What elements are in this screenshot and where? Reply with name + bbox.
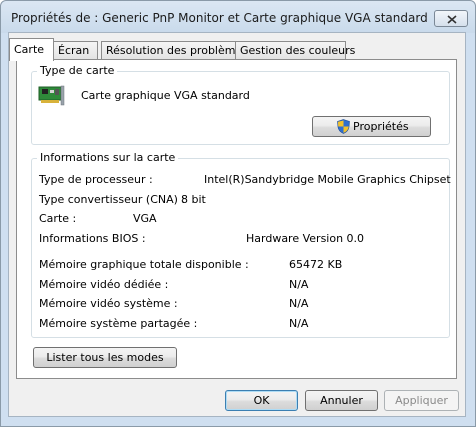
shared-system-memory-value: N/A <box>289 317 309 330</box>
cancel-button[interactable]: Annuler <box>305 390 378 411</box>
dedicated-video-memory-label: Mémoire vidéo dédiée : <box>39 278 169 291</box>
shared-system-memory-label: Mémoire système partagée : <box>39 317 198 330</box>
tab-resolution-problemes[interactable]: Résolution des problèmes <box>101 41 248 59</box>
system-video-memory-value: N/A <box>289 297 309 310</box>
tab-label: Écran <box>58 44 90 57</box>
tab-carte[interactable]: Carte <box>9 38 54 61</box>
tab-label: Carte <box>14 43 45 56</box>
close-button[interactable] <box>434 10 468 27</box>
processor-type-value: Intel(R)Sandybridge Mobile Graphics Chip… <box>204 173 451 186</box>
adapter-info-group-label: Informations sur la carte <box>37 151 179 164</box>
dac-type-value: 8 bit <box>181 193 206 206</box>
adapter-string-value: VGA <box>133 212 157 225</box>
close-icon <box>447 15 457 24</box>
tab-panel-carte: Type de carte Carte graphique VGA standa… <box>16 59 457 379</box>
ok-button[interactable]: OK <box>225 390 298 411</box>
uac-shield-icon <box>337 119 350 134</box>
adapter-name: Carte graphique VGA standard <box>81 89 250 102</box>
bios-info-value: Hardware Version 0.0 <box>246 232 365 245</box>
adapter-string-label: Carte : <box>39 212 77 225</box>
dac-type-label: Type convertisseur (CNA) : <box>39 193 186 206</box>
total-memory-value: 65472 KB <box>289 258 343 271</box>
adapter-properties-label: Propriétés <box>353 120 409 133</box>
window-title: Propriétés de : Generic PnP Monitor et C… <box>11 11 428 25</box>
system-video-memory-label: Mémoire vidéo système : <box>39 297 178 310</box>
adapter-type-group-label: Type de carte <box>37 64 118 77</box>
list-all-modes-button[interactable]: Lister tous les modes <box>33 347 177 368</box>
tab-label: Gestion des couleurs <box>240 44 356 57</box>
processor-type-label: Type de processeur : <box>39 173 153 186</box>
title-bar[interactable]: Propriétés de : Generic PnP Monitor et C… <box>1 1 475 33</box>
total-memory-label: Mémoire graphique totale disponible : <box>39 258 249 271</box>
graphics-card-icon <box>38 85 65 106</box>
bios-info-label: Informations BIOS : <box>39 232 146 245</box>
tab-strip: Carte Écran Résolution des problèmes Ges… <box>9 38 449 61</box>
dedicated-video-memory-value: N/A <box>289 278 309 291</box>
tab-ecran[interactable]: Écran <box>53 41 98 59</box>
tab-label: Résolution des problèmes <box>106 44 248 57</box>
tab-gestion-couleurs[interactable]: Gestion des couleurs <box>235 41 355 59</box>
adapter-properties-button[interactable]: Propriétés <box>312 116 431 137</box>
apply-button[interactable]: Appliquer <box>384 390 459 411</box>
